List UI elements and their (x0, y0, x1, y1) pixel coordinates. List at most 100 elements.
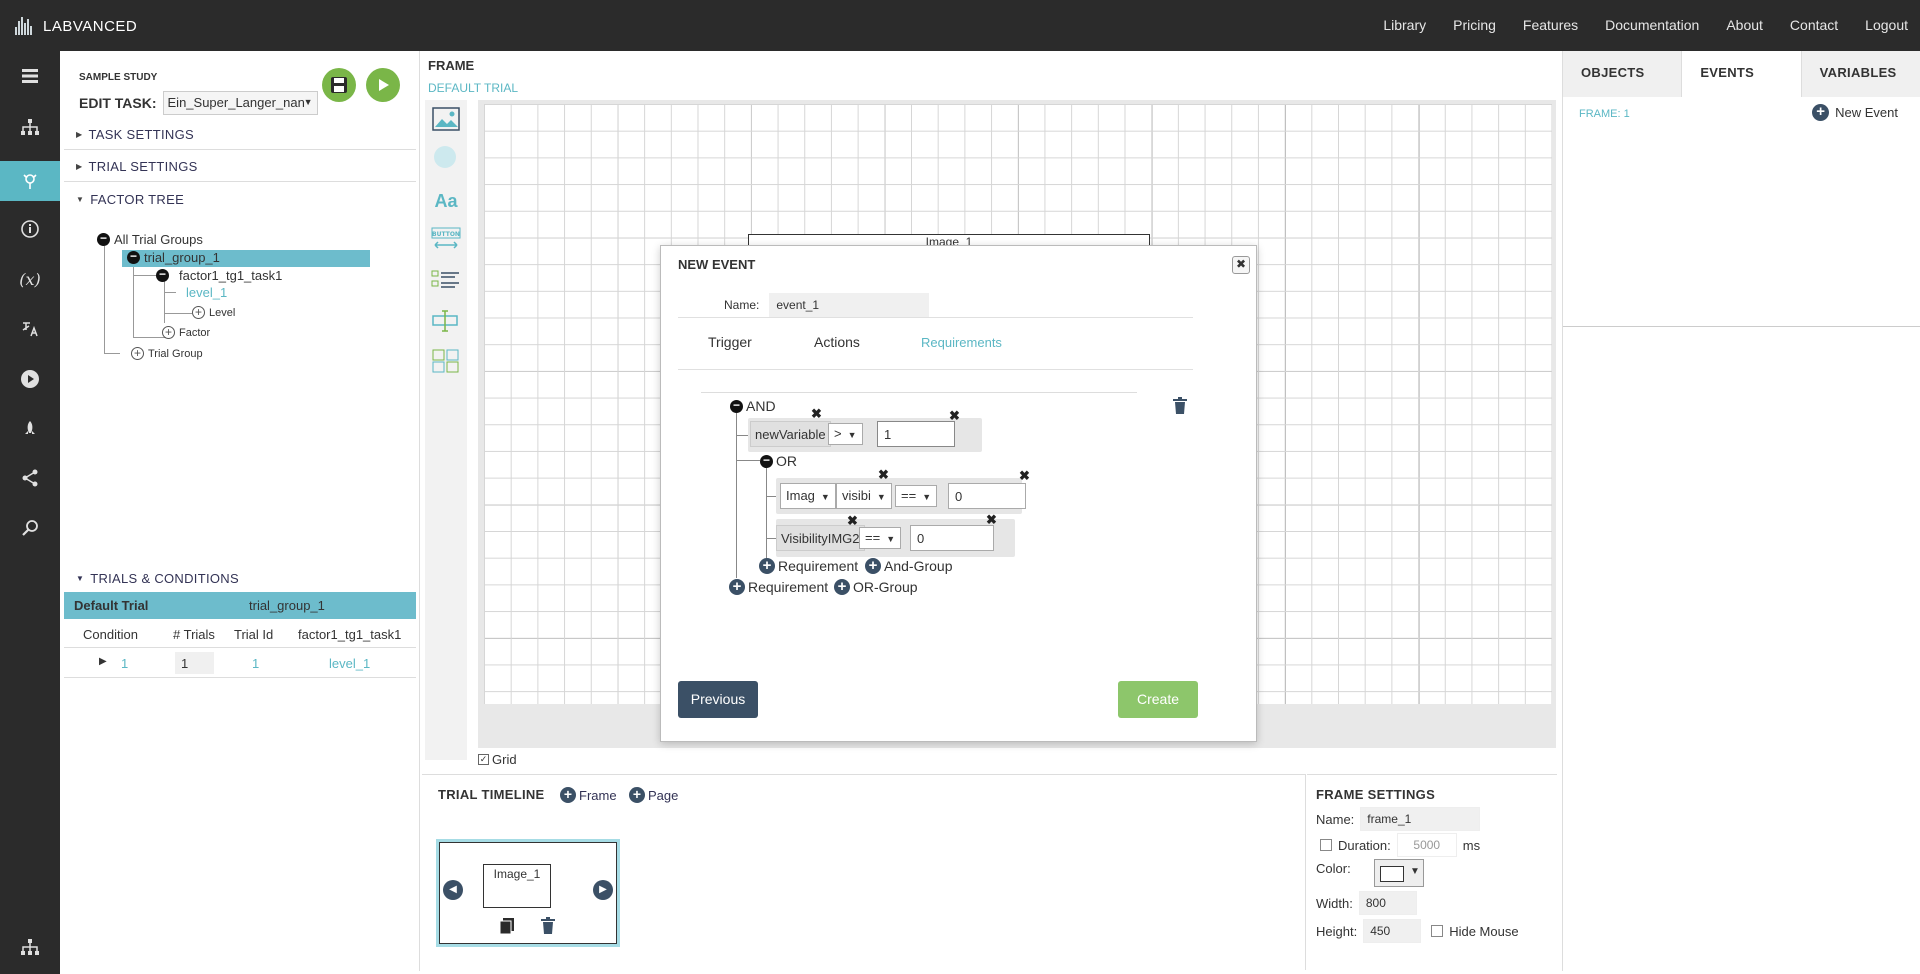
tab-requirements[interactable]: Requirements (921, 335, 1002, 350)
tab-objects[interactable]: OBJECTS (1563, 51, 1683, 97)
labvanced-logo[interactable]: LABVANCED (15, 17, 137, 35)
event-name-input[interactable]: event_1 (769, 293, 930, 317)
tab-events[interactable]: EVENTS (1682, 51, 1802, 97)
remove-icon[interactable]: ✖ (811, 406, 822, 422)
previous-button[interactable]: Previous (678, 681, 758, 718)
remove-icon[interactable]: ✖ (878, 467, 889, 483)
nav-pricing[interactable]: Pricing (1453, 17, 1496, 33)
default-trial-row[interactable]: Default Trial trial_group_1 (64, 592, 416, 619)
nav-documentation[interactable]: Documentation (1605, 17, 1699, 33)
operator-select[interactable]: > ▼ (828, 423, 863, 445)
trials-conditions-header[interactable]: ▼ TRIALS & CONDITIONS (64, 564, 416, 594)
expand-row-icon[interactable]: ▶ (99, 656, 107, 667)
collapse-icon[interactable]: − (156, 268, 169, 282)
rocket-icon[interactable] (0, 409, 60, 449)
tree-trial-group[interactable]: − trial_group_1 (127, 250, 220, 265)
property-select[interactable]: visibi ▼ (836, 483, 892, 509)
collapse-icon[interactable]: − (127, 250, 140, 264)
add-factor-button[interactable]: + Factor (162, 326, 210, 339)
add-trial-group-button[interactable]: + Trial Group (131, 347, 203, 360)
chevron-down-icon: ▼ (1410, 866, 1420, 877)
add-frame-button[interactable]: + Frame (560, 787, 617, 803)
remove-icon[interactable]: ✖ (986, 512, 997, 528)
frame-subheader: DEFAULT TRIAL (428, 81, 519, 95)
new-event-button[interactable]: + New Event (1812, 104, 1898, 121)
operator-select[interactable]: == ▼ (859, 527, 902, 549)
task-settings-section[interactable]: ▶ TASK SETTINGS (64, 120, 416, 150)
add-icon: + (759, 558, 775, 574)
nav-contact[interactable]: Contact (1790, 17, 1838, 33)
add-requirement-button[interactable]: + Requirement (729, 579, 828, 595)
add-or-group-button[interactable]: + OR-Group (834, 579, 918, 595)
nav-features[interactable]: Features (1523, 17, 1578, 33)
tab-trigger[interactable]: Trigger (708, 334, 752, 350)
remove-icon[interactable]: ✖ (847, 513, 858, 529)
save-button[interactable] (322, 68, 356, 102)
variables-icon[interactable]: (x) (0, 259, 60, 299)
share-icon[interactable] (0, 458, 60, 498)
tab-variables[interactable]: VARIABLES (1802, 51, 1920, 97)
play-icon[interactable] (0, 359, 60, 399)
trash-icon[interactable] (541, 917, 555, 938)
close-icon[interactable]: ✖ (1232, 256, 1250, 274)
next-frame-icon[interactable]: ▶ (593, 880, 613, 900)
shape-tool-icon[interactable] (429, 142, 463, 172)
height-input[interactable]: 450 (1363, 919, 1422, 943)
tree-level[interactable]: level_1 (186, 285, 227, 300)
editor-icon[interactable] (0, 161, 60, 201)
value-input[interactable]: 0 (910, 525, 994, 551)
run-task-button[interactable] (366, 68, 400, 102)
hide-mouse-checkbox[interactable] (1431, 925, 1444, 937)
value-input[interactable]: 0 (948, 483, 1026, 509)
info-icon[interactable] (0, 209, 60, 249)
button-tool-icon[interactable]: BUTTON (429, 224, 463, 254)
translate-icon[interactable] (0, 309, 60, 349)
image-tool-icon[interactable] (429, 104, 463, 134)
remove-icon[interactable]: ✖ (1019, 468, 1030, 484)
remove-icon[interactable]: ✖ (949, 408, 960, 424)
sitemap-icon[interactable] (0, 107, 60, 147)
create-button[interactable]: Create (1118, 681, 1198, 718)
text-tool-icon[interactable]: Aa (429, 186, 463, 216)
nav-library[interactable]: Library (1383, 17, 1426, 33)
add-level-button[interactable]: + Level (192, 306, 235, 319)
trial-settings-section[interactable]: ▶ TRIAL SETTINGS (64, 152, 416, 182)
width-input[interactable]: 800 (1358, 891, 1417, 915)
trash-icon[interactable] (1173, 397, 1187, 418)
tree-factor[interactable]: − factor1_tg1_task1 (156, 268, 282, 283)
collapse-icon[interactable]: − (97, 232, 110, 246)
collapse-icon[interactable]: − (730, 399, 743, 413)
add-and-group-button[interactable]: + And-Group (865, 558, 952, 574)
num-trials-input[interactable]: 1 (175, 652, 214, 674)
operator-select[interactable]: == ▼ (895, 485, 938, 507)
tab-actions[interactable]: Actions (814, 334, 860, 350)
factor-tree-section[interactable]: ▼ FACTOR TREE (64, 184, 416, 214)
nav-logout[interactable]: Logout (1865, 17, 1908, 33)
collapse-icon[interactable]: − (760, 454, 773, 468)
grid-toggle[interactable]: ✓ Grid (478, 752, 517, 767)
task-select[interactable]: Ein_Super_Langer_nan ▼ (162, 91, 318, 115)
frame-name-input[interactable]: frame_1 (1360, 807, 1481, 831)
prev-frame-icon[interactable]: ◀ (443, 880, 463, 900)
list-tool-icon[interactable] (429, 266, 463, 296)
color-picker[interactable]: ▼ (1374, 859, 1424, 887)
frame-link[interactable]: FRAME: 1 (1579, 108, 1630, 120)
frame-thumbnail[interactable]: ◀ Image_1 ▶ (436, 839, 620, 947)
bottom-sitemap-icon[interactable] (0, 927, 60, 967)
object-select[interactable]: Imag ▼ (780, 483, 836, 509)
value-input[interactable]: 1 (877, 421, 955, 447)
duration-checkbox[interactable] (1320, 839, 1332, 851)
nav-about[interactable]: About (1726, 17, 1763, 33)
copy-icon[interactable] (499, 917, 515, 938)
duration-input[interactable]: 5000 (1396, 833, 1457, 857)
grid-checkbox[interactable]: ✓ (478, 754, 489, 765)
search-icon[interactable] (0, 508, 60, 548)
layout-tool-icon[interactable] (429, 346, 463, 376)
add-icon: + (865, 558, 881, 574)
add-page-button[interactable]: + Page (629, 787, 678, 803)
add-requirement-button[interactable]: + Requirement (759, 558, 858, 574)
tree-root[interactable]: − All Trial Groups (97, 232, 203, 247)
input-tool-icon[interactable] (429, 306, 463, 336)
variable-select[interactable]: newVariable (750, 421, 831, 447)
list-icon[interactable] (0, 56, 60, 96)
